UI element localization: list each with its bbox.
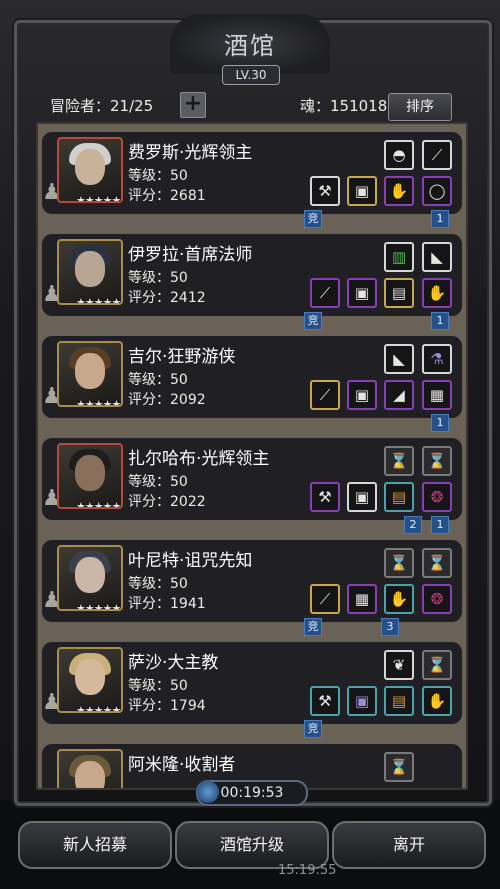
hero-portrait: ★★★★★ [57, 545, 123, 611]
hero-level: 等级：50 [128, 474, 188, 490]
tavern-level-badge: LV.30 [222, 65, 280, 85]
hero-name: 阿米隆·收割者 [128, 755, 236, 775]
hero-card[interactable]: ♟ ★★★★★ 扎尔哈布·光辉领主 等级：50 评分：2022 ⌛ ⌛ ⚒ ▣ … [42, 438, 462, 520]
count-tag: 1 [431, 516, 449, 534]
star-rating: ★★★★★ [76, 194, 121, 203]
empty-slot[interactable]: ⌛ [384, 752, 414, 782]
ring-slot[interactable]: ◯ [422, 176, 452, 206]
amulet-slot[interactable]: ❂ [422, 482, 452, 512]
arena-tag: 竞 [304, 312, 322, 330]
gloves-slot[interactable]: ✋ [422, 686, 452, 716]
hero-portrait: ★★★★★ [57, 443, 123, 509]
hero-score: 评分：1941 [128, 596, 206, 612]
arena-tag: 竞 [304, 618, 322, 636]
gloves-slot[interactable]: ✋ [384, 176, 414, 206]
star-rating: ★★★★★ [76, 704, 121, 713]
hero-card[interactable]: ♟ ★★★★★ 吉尔·狂野游侠 等级：50 评分：2092 ◣ ⚗ ⟋ ▣ ◢ … [42, 336, 462, 418]
hero-level: 等级：50 [128, 168, 188, 184]
hero-card[interactable]: ♟ ★★★★★ 萨沙·大主教 等级：50 评分：1794 ❦ ⌛ ⚒ ▣ ▤ ✋ [42, 642, 462, 724]
helmet-slot[interactable]: ◓ [384, 140, 414, 170]
mace-slot[interactable]: ⚒ [310, 686, 340, 716]
armor-slot[interactable]: ▣ [347, 686, 377, 716]
star-rating: ★★★★★ [76, 398, 121, 407]
tavern-upgrade-button[interactable]: 酒馆升级 [175, 821, 329, 869]
hero-score: 评分：2412 [128, 290, 206, 306]
staff-slot[interactable]: ⟋ [310, 278, 340, 308]
cloak-slot[interactable]: ▦ [422, 380, 452, 410]
armor-slot[interactable]: ▣ [347, 278, 377, 308]
star-rating: ★★★★★ [76, 296, 121, 305]
star-rating: ★★★★★ [76, 602, 121, 611]
staff-slot[interactable]: ⟋ [310, 584, 340, 614]
hero-level: 等级：50 [128, 576, 188, 592]
armor-slot[interactable]: ▣ [347, 380, 377, 410]
empty-slot[interactable]: ⌛ [422, 446, 452, 476]
count-tag: 1 [431, 210, 449, 228]
hero-name: 叶尼特·诅咒先知 [128, 551, 253, 571]
gloves-slot[interactable]: ◣ [384, 344, 414, 374]
arena-tag: 竞 [304, 720, 322, 738]
hero-name: 扎尔哈布·光辉领主 [128, 449, 270, 469]
hero-name: 萨沙·大主教 [128, 653, 219, 673]
recruit-button[interactable]: 新人招募 [18, 821, 172, 869]
adventurer-count: 冒险者：21/25 [50, 97, 154, 115]
hero-score: 评分：1794 [128, 698, 206, 714]
dagger-slot[interactable]: ⟋ [422, 140, 452, 170]
bracer-slot[interactable]: ◢ [384, 380, 414, 410]
hero-name: 吉尔·狂野游侠 [128, 347, 236, 367]
hero-card[interactable]: ♟ ★★★★★ 叶尼特·诅咒先知 等级：50 评分：1941 ⌛ ⌛ ⟋ ▦ ✋… [42, 540, 462, 622]
system-time: 15:19:55 [278, 863, 337, 878]
gloves-slot[interactable]: ✋ [384, 584, 414, 614]
empty-slot[interactable]: ⌛ [422, 650, 452, 680]
hero-card[interactable]: ♟ ★★★★★ 伊罗拉·首席法师 等级：50 评分：2412 ▥ ◣ ⟋ ▣ ▤… [42, 234, 462, 316]
hero-score: 评分：2022 [128, 494, 206, 510]
hero-portrait: ★★★★★ [57, 137, 123, 203]
hero-portrait: ★★★★★ [57, 239, 123, 305]
chest-slot[interactable]: ▤ [384, 278, 414, 308]
bow-slot[interactable]: ⟋ [310, 380, 340, 410]
empty-slot[interactable]: ⌛ [384, 548, 414, 578]
count-tag: 1 [431, 312, 449, 330]
gloves-slot[interactable]: ✋ [422, 278, 452, 308]
robe-slot[interactable]: ▦ [347, 584, 377, 614]
star-rating: ★★★★★ [76, 500, 121, 509]
boots-slot[interactable]: ◣ [422, 242, 452, 272]
count-tag: 2 [404, 516, 422, 534]
hero-level: 等级：50 [128, 372, 188, 388]
hero-card[interactable]: ♟ ★★★★★ 费罗斯·光辉领主 等级：50 评分：2681 ◓ ⟋ ⚒ ▣ ✋… [42, 132, 462, 214]
chest-slot[interactable]: ▤ [384, 482, 414, 512]
hero-portrait [57, 749, 123, 788]
amulet-slot[interactable]: ❂ [422, 584, 452, 614]
hero-portrait: ★★★★★ [57, 647, 123, 713]
hero-level: 等级：50 [128, 270, 188, 286]
weapon-slot[interactable]: ⚒ [310, 482, 340, 512]
hero-level: 等级：50 [128, 678, 188, 694]
empty-slot[interactable]: ⌛ [422, 548, 452, 578]
count-tag: 1 [431, 414, 449, 432]
feather-slot[interactable]: ❦ [384, 650, 414, 680]
empty-slot[interactable]: ⌛ [384, 446, 414, 476]
armor-slot[interactable]: ▣ [347, 482, 377, 512]
hero-score: 评分：2681 [128, 188, 206, 204]
clock-icon [197, 781, 219, 803]
sort-button[interactable]: 排序 [388, 93, 452, 121]
hero-portrait: ★★★★★ [57, 341, 123, 407]
leave-button[interactable]: 离开 [332, 821, 486, 869]
armor-slot[interactable]: ▣ [347, 176, 377, 206]
potion-slot[interactable]: ⚗ [422, 344, 452, 374]
add-adventurer-button[interactable]: + [180, 92, 206, 118]
hero-name: 费罗斯·光辉领主 [128, 143, 253, 163]
chest-slot[interactable]: ▤ [384, 686, 414, 716]
tome-slot[interactable]: ▥ [384, 242, 414, 272]
weapon-slot[interactable]: ⚒ [310, 176, 340, 206]
soul-currency: 魂：151018 [300, 97, 388, 115]
page-title: 酒馆 [224, 32, 276, 60]
count-tag: 3 [381, 618, 399, 636]
hero-list-panel[interactable]: ♟ ★★★★★ 费罗斯·光辉领主 等级：50 评分：2681 ◓ ⟋ ⚒ ▣ ✋… [36, 122, 468, 790]
hero-score: 评分：2092 [128, 392, 206, 408]
arena-tag: 竞 [304, 210, 322, 228]
hero-name: 伊罗拉·首席法师 [128, 245, 253, 265]
